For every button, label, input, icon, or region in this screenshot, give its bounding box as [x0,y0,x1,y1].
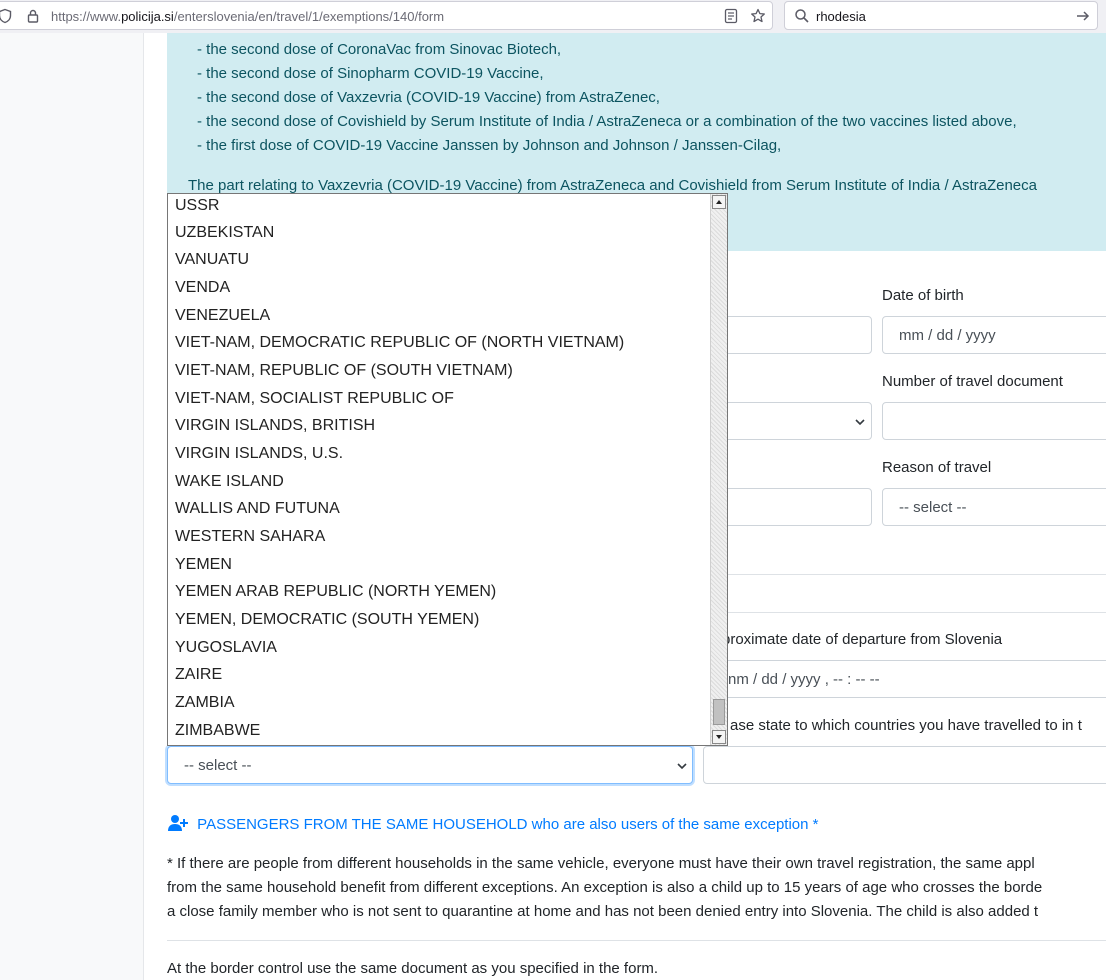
country-select[interactable]: -- select -- [167,746,693,784]
url-bar[interactable]: https://www.policija.si/enterslovenia/en… [0,1,773,30]
url-text[interactable]: https://www.policija.si/enterslovenia/en… [51,9,444,24]
doc-type-select[interactable] [712,402,872,440]
countries-field[interactable] [703,746,1106,784]
household-note: * If there are people from different hou… [167,855,1035,872]
dropdown-option[interactable]: VIRGIN ISLANDS, U.S. [175,445,343,472]
countries-label: ase state to which countries you have tr… [730,717,1082,734]
dropdown-option[interactable]: USSR [175,197,219,224]
browser-toolbar: https://www.policija.si/enterslovenia/en… [0,0,1106,34]
dropdown-option[interactable]: VIET-NAM, REPUBLIC OF (SOUTH VIETNAM) [175,362,513,389]
go-arrow-icon[interactable] [1075,8,1091,24]
household-note: a close family member who is not sent to… [167,903,1039,920]
dropdown-option[interactable]: WAKE ISLAND [175,473,284,500]
dropdown-option[interactable]: VIET-NAM, DEMOCRATIC REPUBLIC OF (NORTH … [175,334,624,361]
divider [167,940,1106,941]
lock-icon[interactable] [25,8,41,24]
dob-field[interactable]: mm / dd / yyyy [882,316,1106,354]
chevron-down-icon [677,763,687,770]
search-input[interactable]: rhodesia [816,9,866,24]
dropdown-option[interactable]: ZAMBIA [175,694,235,721]
dropdown-option[interactable]: VENDA [175,279,230,306]
info-item: - the second dose of CoronaVac from Sino… [197,41,562,58]
dropdown-option[interactable]: VIET-NAM, SOCIALIST REPUBLIC OF [175,390,454,417]
dob-label: Date of birth [882,287,964,304]
arrow-down-icon [716,735,722,739]
form-field[interactable] [712,488,872,526]
shield-icon[interactable] [0,8,13,24]
country-dropdown-list[interactable]: USSR UZBEKISTAN VANUATU VENDA VENEZUELA … [167,193,728,746]
dropdown-scrollbar[interactable] [710,194,727,745]
dropdown-option[interactable]: YEMEN [175,556,232,583]
reader-view-icon[interactable] [723,8,739,24]
scroll-thumb[interactable] [713,699,725,725]
info-item: - the second dose of Vaxzevria (COVID-19… [197,89,660,106]
dropdown-option[interactable]: VENEZUELA [175,307,270,334]
dropdown-option[interactable]: WALLIS AND FUTUNA [175,500,340,527]
info-item: - the second dose of Covishield by Serum… [197,113,1017,130]
passengers-label[interactable]: PASSENGERS FROM THE SAME HOUSEHOLD who a… [197,816,818,833]
travel-doc-field[interactable] [882,402,1106,440]
add-passengers-link[interactable]: PASSENGERS FROM THE SAME HOUSEHOLD who a… [167,814,819,833]
scroll-up-button[interactable] [712,195,726,209]
info-item: - the first dose of COVID-19 Vaccine Jan… [197,137,782,154]
info-paragraph: The part relating to Vaxzevria (COVID-19… [188,177,1037,194]
reason-label: Reason of travel [882,459,992,476]
search-bar[interactable]: rhodesia [784,1,1098,30]
divider [712,574,1106,575]
dropdown-option[interactable]: VANUATU [175,251,249,278]
chevron-down-icon [855,419,865,426]
dropdown-option[interactable]: ZIMBABWE [175,722,260,745]
scroll-down-button[interactable] [712,730,726,744]
page-gutter [0,33,143,980]
departure-label: proximate date of departure from Sloveni… [722,631,1003,648]
dropdown-option[interactable]: VIRGIN ISLANDS, BRITISH [175,417,375,444]
name-field[interactable] [712,316,872,354]
dropdown-option[interactable]: YUGOSLAVIA [175,639,277,666]
household-note: from the same household benefit from dif… [167,879,1043,896]
add-user-icon [168,815,188,831]
search-icon [795,9,809,23]
info-item: - the second dose of Sinopharm COVID-19 … [197,65,544,82]
divider [712,612,1106,613]
arrow-up-icon [716,200,722,204]
dropdown-option[interactable]: WESTERN SAHARA [175,528,325,555]
dropdown-option[interactable]: UZBEKISTAN [175,224,274,251]
reason-select[interactable]: -- select -- [882,488,1106,526]
dropdown-option[interactable]: YEMEN ARAB REPUBLIC (NORTH YEMEN) [175,583,496,610]
travel-doc-label: Number of travel document [882,373,1063,390]
border-control-note: At the border control use the same docum… [167,960,659,977]
bookmark-star-icon[interactable] [750,8,766,24]
departure-datetime-field[interactable]: nm / dd / yyyy , -- : -- -- [703,660,1106,698]
dropdown-option[interactable]: ZAIRE [175,666,222,693]
dropdown-option[interactable]: YEMEN, DEMOCRATIC (SOUTH YEMEN) [175,611,479,638]
